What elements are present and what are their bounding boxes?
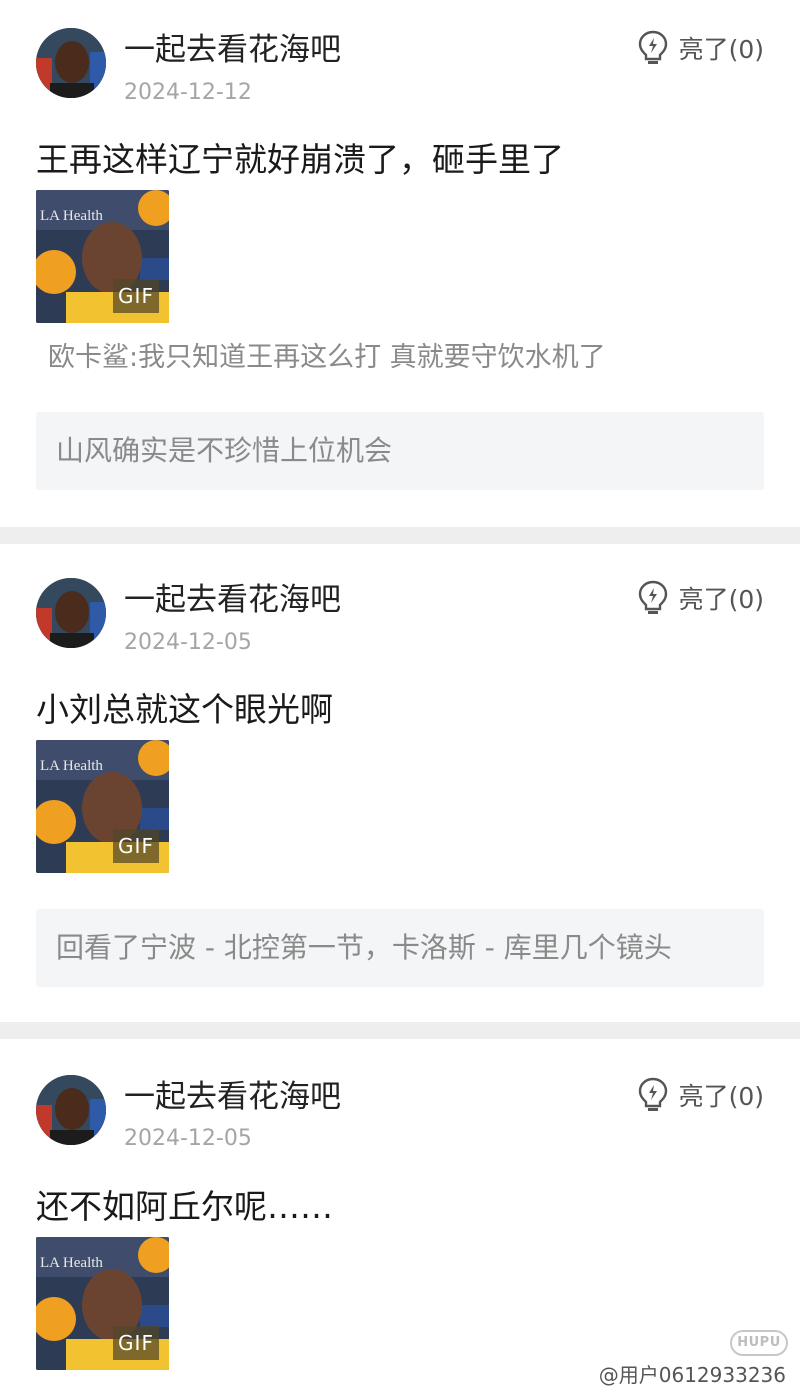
gif-image[interactable]: LA Health GIF (36, 1237, 169, 1370)
lightbulb-icon (638, 580, 667, 614)
post-date: 2024-12-12 (124, 80, 252, 105)
lightbulb-icon (638, 1077, 667, 1111)
quoted-comment-text: 回看了宁波 - 北控第一节，卡洛斯 - 库里几个镜头 (56, 931, 672, 964)
avatar[interactable] (36, 28, 106, 98)
svg-text:LA Health: LA Health (40, 1255, 103, 1271)
section-divider (0, 1022, 800, 1039)
quoted-comment[interactable]: 山风确实是不珍惜上位机会 (36, 412, 764, 490)
user-watermark: @用户0612933236 (598, 1363, 786, 1387)
lightbulb-icon (638, 30, 667, 64)
gif-image[interactable]: LA Health GIF (36, 740, 169, 873)
comment-text: 王再这样辽宁就好崩溃了，砸手里了 (36, 140, 564, 179)
comment-card: 一起去看花海吧 2024-12-05 亮了(0) 还不如阿丘尔呢…… LA He… (0, 1039, 800, 1396)
quoted-comment[interactable]: 回看了宁波 - 北控第一节，卡洛斯 - 库里几个镜头 (36, 909, 764, 987)
post-date: 2024-12-05 (124, 630, 252, 655)
post-date: 2024-12-05 (124, 1126, 252, 1151)
quoted-comment-text: 山风确实是不珍惜上位机会 (56, 434, 393, 467)
like-button[interactable]: 亮了(0) (637, 28, 764, 68)
username[interactable]: 一起去看花海吧 (124, 30, 341, 70)
username[interactable]: 一起去看花海吧 (124, 1077, 341, 1117)
like-count: 亮了(0) (678, 35, 764, 64)
comment-text: 还不如阿丘尔呢…… (36, 1187, 333, 1226)
svg-text:LA Health: LA Health (40, 758, 103, 774)
hupu-logo: HUPU (730, 1330, 788, 1356)
comment-text: 小刘总就这个眼光啊 (36, 690, 333, 729)
like-count: 亮了(0) (678, 585, 764, 614)
avatar[interactable] (36, 1075, 106, 1145)
like-button[interactable]: 亮了(0) (637, 1075, 764, 1115)
gif-badge: GIF (113, 1326, 159, 1360)
svg-text:LA Health: LA Health (40, 208, 103, 224)
avatar[interactable] (36, 578, 106, 648)
gif-badge: GIF (113, 279, 159, 313)
gif-image[interactable]: LA Health GIF (36, 190, 169, 323)
gif-badge: GIF (113, 829, 159, 863)
section-divider (0, 527, 800, 544)
comment-card: 一起去看花海吧 2024-12-12 亮了(0) 王再这样辽宁就好崩溃了，砸手里… (0, 0, 800, 528)
comment-card: 一起去看花海吧 2024-12-05 亮了(0) 小刘总就这个眼光啊 LA He… (0, 544, 800, 1022)
inline-reply[interactable]: 欧卡鲨:我只知道王再这么打 真就要守饮水机了 (48, 340, 606, 376)
like-button[interactable]: 亮了(0) (637, 578, 764, 618)
like-count: 亮了(0) (678, 1082, 764, 1111)
username[interactable]: 一起去看花海吧 (124, 580, 341, 620)
